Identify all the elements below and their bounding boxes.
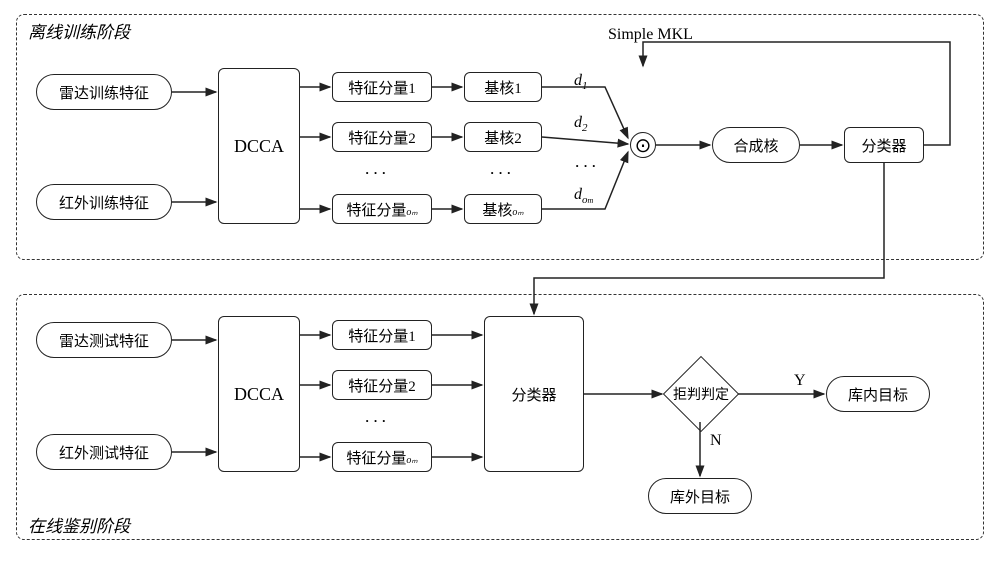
combined-kernel: 合成核	[712, 127, 800, 163]
dots-kern: ···	[490, 165, 515, 181]
yes-label: Y	[794, 372, 806, 390]
feature-comp-m-bottom-label: 特征分量	[346, 447, 406, 468]
online-title: 在线鉴别阶段	[26, 512, 132, 537]
in-library-target: 库内目标	[826, 376, 930, 412]
classifier-top: 分类器	[844, 127, 924, 163]
kernel-m-label: 基核	[482, 199, 512, 220]
out-library-target: 库外目标	[648, 478, 752, 514]
kernel-2: 基核2	[464, 122, 542, 152]
feature-comp-2-bottom: 特征分量2	[332, 370, 432, 400]
no-label: N	[710, 432, 722, 450]
radar-train-feature: 雷达训练特征	[36, 74, 172, 110]
radar-test-feature: 雷达测试特征	[36, 322, 172, 358]
feature-comp-2-top: 特征分量2	[332, 122, 432, 152]
dots-d: ···	[575, 158, 600, 174]
feature-comp-m-top-label: 特征分量	[346, 199, 406, 220]
rejection-decision: 拒判判定	[664, 368, 738, 420]
feature-comp-1-top: 特征分量1	[332, 72, 432, 102]
offline-title: 离线训练阶段	[26, 18, 132, 43]
dots-feat-top: ···	[365, 165, 390, 181]
kernel-m: 基核oₘ	[464, 194, 542, 224]
classifier-bottom: 分类器	[484, 316, 584, 472]
dots-feat-bottom: ···	[365, 413, 390, 429]
ir-test-feature: 红外测试特征	[36, 434, 172, 470]
dcca-bottom: DCCA	[218, 316, 300, 472]
feature-comp-m-bottom: 特征分量oₘ	[332, 442, 432, 472]
d1-label: d1	[574, 72, 588, 92]
simple-mkl-label: Simple MKL	[608, 26, 693, 44]
d2-label: d2	[574, 114, 588, 134]
kernel-1: 基核1	[464, 72, 542, 102]
dm-label: dom	[574, 186, 593, 206]
dcca-top: DCCA	[218, 68, 300, 224]
dot-operator: ⊙	[630, 132, 656, 158]
feature-comp-1-bottom: 特征分量1	[332, 320, 432, 350]
feature-comp-m-top: 特征分量oₘ	[332, 194, 432, 224]
ir-train-feature: 红外训练特征	[36, 184, 172, 220]
